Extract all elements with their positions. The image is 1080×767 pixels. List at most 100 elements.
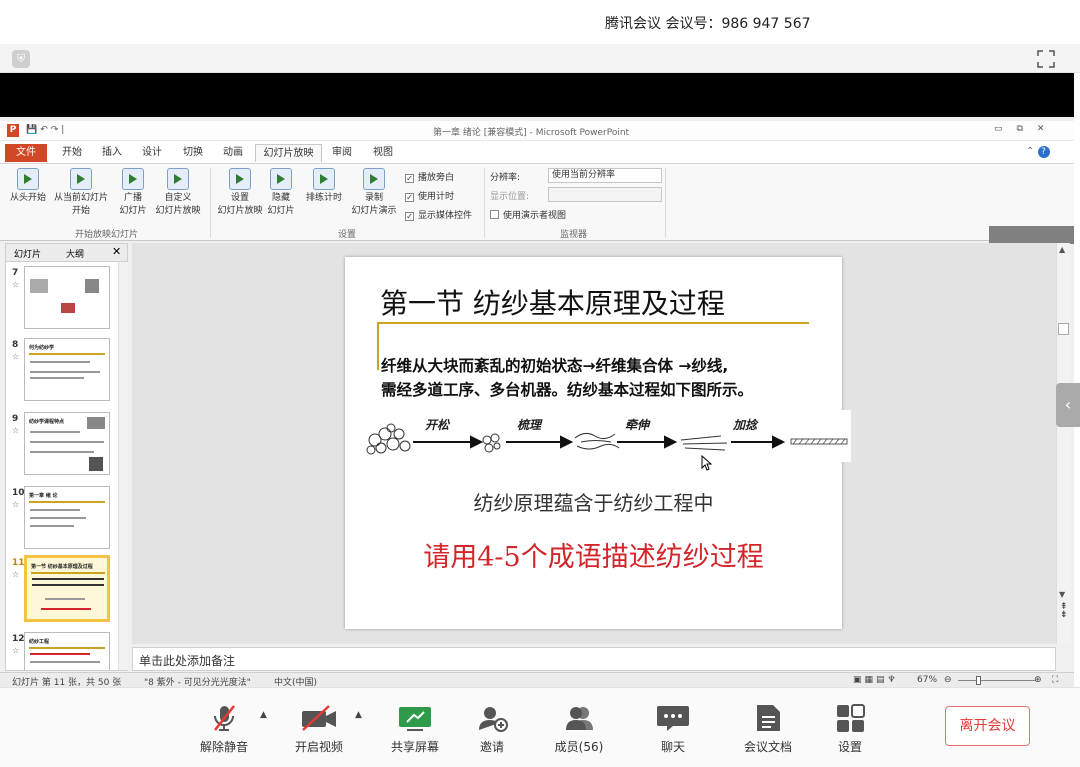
star-icon: ☆ <box>12 352 20 361</box>
chk-presenter-view[interactable]: 使用演示者视图 <box>490 208 566 221</box>
scroll-up-icon[interactable]: ▲ <box>1059 245 1065 254</box>
slide-thumb-7[interactable] <box>24 266 110 329</box>
slide-title: 第一节 纺纱基本原理及过程 <box>380 287 725 320</box>
prev-slide-icon[interactable]: ⇞ ⇟ <box>1060 603 1068 620</box>
docs-button[interactable]: 会议文档 <box>738 702 798 755</box>
slide-prompt-text: 请用4-5个成语描述纺纱过程 <box>423 542 764 573</box>
tab-review[interactable]: 审阅 <box>323 144 361 162</box>
collapse-panel-icon[interactable]: ‹ <box>1056 383 1080 427</box>
star-icon: ☆ <box>12 570 20 579</box>
leave-meeting-button[interactable]: 离开会议 <box>945 706 1030 746</box>
shield-icon[interactable]: ⛨ <box>12 50 30 68</box>
help-icon[interactable]: ⌃ ? <box>1026 146 1050 158</box>
letterbox-band <box>0 73 1074 117</box>
show-on-dropdown[interactable] <box>548 187 662 202</box>
rehearse-button[interactable]: 排练计时 <box>302 168 346 205</box>
timer-icon <box>313 168 335 190</box>
slide-thumb-11[interactable]: 第一节 纺纱基本原理及过程 <box>24 555 110 622</box>
meeting-title: 腾讯会议 会议号：986 947 567 <box>605 16 811 32</box>
ppt-window-title: 第一章 绪论 [兼容模式] - Microsoft PowerPoint <box>433 128 630 138</box>
thumb-number: 12 <box>12 634 25 644</box>
show-on-label: 显示位置: <box>490 192 530 202</box>
custom-show-icon <box>167 168 189 190</box>
thumb-number: 11 <box>12 558 25 568</box>
slide-thumb-10[interactable]: 第一章 绪 论 <box>24 486 110 549</box>
chk-narration[interactable]: ✓ 播放旁白 <box>405 170 454 183</box>
from-current-button[interactable]: 从当前幻灯片 开始 <box>50 168 112 218</box>
resolution-dropdown[interactable]: 使用当前分辨率 <box>548 168 662 183</box>
thumb-number: 9 <box>12 414 19 424</box>
chevron-up-icon[interactable]: ▲ <box>355 710 362 720</box>
group-label-start: 开始放映幻灯片 <box>75 230 139 240</box>
members-icon <box>566 707 593 730</box>
fullscreen-icon[interactable] <box>1036 49 1056 69</box>
zoom-slider[interactable] <box>958 680 1036 681</box>
slide-thumb-12[interactable]: 纺纱工程 <box>24 632 110 670</box>
current-slide[interactable]: 第一节 纺纱基本原理及过程 纤维从大块而紊乱的初始状态→纤维集合体 →纱线, 需… <box>345 257 851 629</box>
slide-body-line-1: 纤维从大块而紊乱的初始状态→纤维集合体 →纱线, <box>381 357 729 375</box>
scroll-thumb[interactable] <box>1058 323 1069 335</box>
record-icon <box>363 168 385 190</box>
slide-canvas: 第一节 纺纱基本原理及过程 纤维从大块而紊乱的初始状态→纤维集合体 →纱线, 需… <box>132 243 1056 644</box>
zoom-slider-thumb[interactable] <box>976 676 981 685</box>
view-buttons[interactable]: ▣▦▤♆ <box>853 675 899 685</box>
invite-button[interactable]: 邀请 <box>462 702 522 755</box>
hide-slide-button[interactable]: 隐藏 幻灯片 <box>264 168 298 218</box>
slide-thumb-8[interactable]: 何为纺纱学 <box>24 338 110 401</box>
from-start-button[interactable]: 从头开始 <box>6 168 50 205</box>
tab-view[interactable]: 视图 <box>364 144 402 162</box>
tab-slideshow[interactable]: 幻灯片放映 <box>255 144 322 162</box>
quick-access-toolbar[interactable]: 💾↶↷| <box>26 125 67 135</box>
notes-pane[interactable]: 单击此处添加备注 <box>132 647 1056 671</box>
window-controls[interactable]: ▭⧉✕ <box>994 124 1058 134</box>
slide-position: 幻灯片 第 11 张，共 50 张 <box>12 678 122 687</box>
chevron-up-icon[interactable]: ▲ <box>260 710 267 720</box>
add-user-icon <box>479 707 508 732</box>
meeting-title-bar: 腾讯会议 会议号：986 947 567 <box>0 0 1080 44</box>
zoom-in-icon[interactable]: ⊕ <box>1034 675 1042 685</box>
fit-window-icon[interactable]: ⛶ <box>1052 675 1058 685</box>
pane-tabs: 幻灯片 大纲 ✕ <box>6 244 127 262</box>
unmute-button[interactable]: 解除静音 <box>194 702 254 755</box>
thumbs-scrollbar[interactable] <box>118 262 128 670</box>
chk-media[interactable]: ✓ 显示媒体控件 <box>405 208 472 221</box>
tab-design[interactable]: 设计 <box>133 144 171 162</box>
ribbon: 从头开始 从当前幻灯片 开始 广播 幻灯片 自定义 幻灯片放映 开始放映幻灯片 … <box>0 163 1074 244</box>
document-icon <box>757 705 780 731</box>
video-button[interactable]: 开启视频 <box>289 702 349 755</box>
star-icon: ☆ <box>12 426 20 435</box>
tab-insert[interactable]: 插入 <box>93 144 131 162</box>
share-screen-button[interactable]: 共享屏幕 <box>385 702 445 755</box>
zoom-out-icon[interactable]: ⊖ <box>944 675 952 685</box>
overlay-bar <box>989 226 1074 244</box>
record-button[interactable]: 录制 幻灯片演示 <box>346 168 402 218</box>
star-icon: ☆ <box>12 500 20 509</box>
slide-vertical-scrollbar[interactable]: ▲ ▼ ⇞ ⇟ <box>1056 243 1070 644</box>
setup-show-button[interactable]: 设置 幻灯片放映 <box>215 168 265 218</box>
close-pane-icon[interactable]: ✕ <box>112 245 121 258</box>
tab-outline[interactable]: 大纲 <box>66 247 84 260</box>
chat-button[interactable]: 聊天 <box>643 702 703 755</box>
slide-thumb-9[interactable]: 纺纱学课程特点 <box>24 412 110 475</box>
slide-principle-text: 纺纱原理蕴含于纺纱工程中 <box>473 491 714 515</box>
powerpoint-logo-icon: P <box>7 124 19 137</box>
tab-home[interactable]: 开始 <box>53 144 91 162</box>
language: 中文(中国) <box>274 678 318 687</box>
settings-button[interactable]: 设置 <box>820 702 880 755</box>
broadcast-icon <box>122 168 144 190</box>
step-label: 牵伸 <box>625 418 650 432</box>
title-underline <box>377 322 809 324</box>
chk-timing[interactable]: ✓ 使用计时 <box>405 189 454 202</box>
theme-name: "8 紫外 - 可见分光光度法" <box>144 678 251 687</box>
tab-file[interactable]: 文件 <box>5 144 47 162</box>
broadcast-button[interactable]: 广播 幻灯片 <box>114 168 152 218</box>
tab-animations[interactable]: 动画 <box>214 144 252 162</box>
custom-show-button[interactable]: 自定义 幻灯片放映 <box>150 168 206 218</box>
ribbon-separator <box>484 168 485 238</box>
chat-icon <box>657 706 689 731</box>
spinning-process-diagram: 开松 梳理 牵伸 加捻 <box>363 410 851 471</box>
scroll-down-icon[interactable]: ▼ <box>1059 590 1065 599</box>
tab-slides[interactable]: 幻灯片 <box>14 247 41 260</box>
tab-transitions[interactable]: 切换 <box>174 144 212 162</box>
members-button[interactable]: 成员(56) <box>549 702 609 755</box>
